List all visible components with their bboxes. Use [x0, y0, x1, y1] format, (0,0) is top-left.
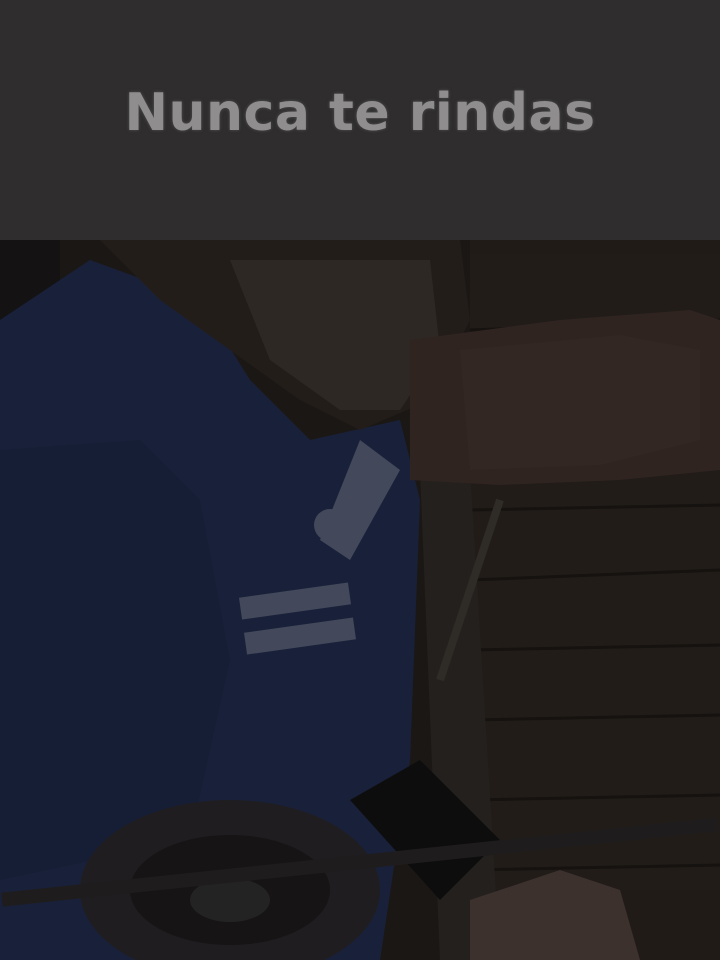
- workout-photo-illustration: [0, 240, 720, 960]
- video-frame: Nunca te rindas: [0, 0, 720, 960]
- caption-banner: Nunca te rindas: [0, 0, 720, 240]
- workout-photo: [0, 240, 720, 960]
- caption-text: Nunca te rindas: [124, 83, 596, 143]
